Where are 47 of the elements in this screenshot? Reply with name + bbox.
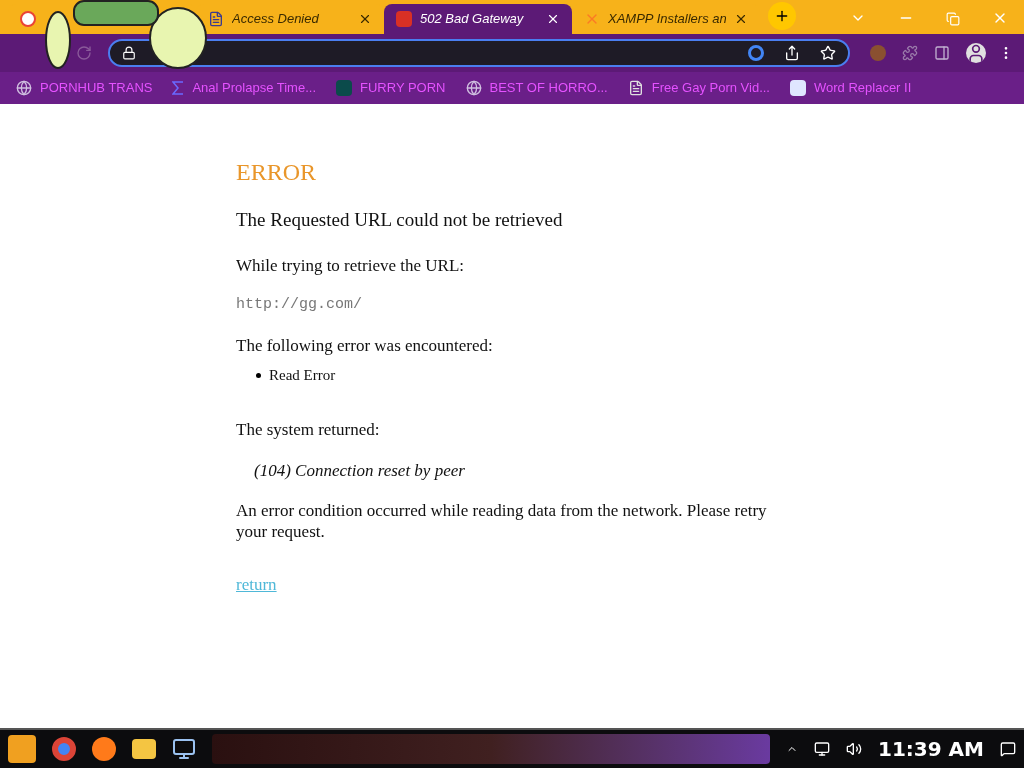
globe-icon	[16, 80, 32, 96]
globe-icon	[465, 80, 482, 96]
system-message: (104) Connection reset by peer	[254, 460, 466, 482]
error-heading: ERROR	[236, 158, 317, 187]
tab-title: Access Denied	[232, 10, 320, 29]
tab-title: 502 Bad Gateway	[420, 10, 525, 29]
requested-url: http://gg.com/	[236, 295, 364, 315]
google-icon	[748, 45, 764, 61]
firefox-icon[interactable]	[92, 737, 116, 761]
side-panel-icon[interactable]	[934, 45, 950, 61]
folder-icon[interactable]	[132, 739, 156, 759]
computer-icon[interactable]	[172, 737, 196, 761]
url-intro: While trying to retrieve the URL:	[236, 254, 465, 277]
google-icon	[20, 11, 36, 27]
network-icon[interactable]	[814, 741, 830, 757]
address-field[interactable]	[108, 39, 850, 67]
bookmark-link[interactable]: BEST OF HORRO...	[465, 78, 608, 98]
star-icon[interactable]	[820, 45, 836, 61]
bookmark-link[interactable]: FURRY PORN	[336, 78, 446, 98]
error-intro: The following error was encountered:	[236, 334, 494, 357]
bookmark-link[interactable]: Anal Prolapse Time...	[172, 78, 316, 98]
system-intro: The system returned:	[236, 418, 381, 441]
start-logo-icon[interactable]	[8, 735, 36, 763]
bookmark-link[interactable]: Free Gay Porn Vid...	[627, 78, 770, 98]
volume-icon[interactable]	[846, 741, 862, 757]
plus-icon	[774, 8, 790, 24]
error-icon	[396, 11, 412, 27]
chrome-icon[interactable]	[52, 737, 76, 761]
close-icon[interactable]	[546, 12, 560, 26]
avatar-icon[interactable]	[966, 43, 986, 63]
bookmark-link[interactable]: Word Replacer II	[790, 78, 912, 98]
close-icon[interactable]	[734, 12, 748, 26]
close-icon[interactable]	[358, 12, 372, 26]
bookmark-link[interactable]: PORNHUB TRANS	[16, 78, 153, 98]
error-title: The Requested URL could not be retrieved	[236, 208, 564, 232]
error-item: Read Error	[256, 364, 776, 387]
error-description: An error condition occurred while reading data from the network. Please retry your request.	[236, 499, 768, 542]
tab-title: XAMPP Installers an	[608, 10, 726, 29]
browser-tab[interactable]: 502 Bad Gateway	[384, 4, 572, 34]
lock-icon	[122, 46, 136, 60]
new-tab-button[interactable]	[768, 2, 796, 30]
return-link[interactable]: return	[236, 571, 277, 597]
puzzle-icon[interactable]	[902, 45, 918, 61]
share-icon[interactable]	[784, 45, 800, 61]
notification-icon[interactable]	[1000, 741, 1016, 757]
clock[interactable]: 11:39 AM	[878, 734, 984, 764]
sigma-icon	[172, 81, 185, 95]
